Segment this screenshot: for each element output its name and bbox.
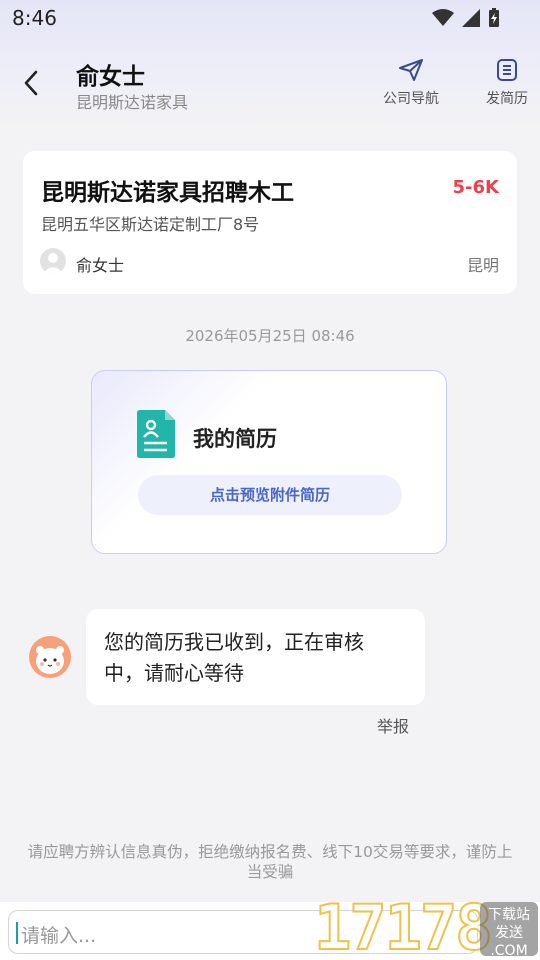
document-icon	[497, 59, 517, 81]
safety-warning: 请应聘方辨认信息真伪，拒绝缴纳报名费、线下10交易等要求，谨防上 当受骗	[0, 842, 540, 882]
job-title: 昆明斯达诺家具招聘木工	[41, 180, 294, 206]
job-city: 昆明	[466, 256, 499, 275]
chat-message-bubble: 您的简历我已收到，正在审核 中，请耐心等待	[86, 609, 425, 705]
send-resume-label: 发简历	[486, 91, 528, 107]
chat-message-line-2: 中，请耐心等待	[104, 661, 244, 685]
company-navigation-button[interactable]: 公司导航	[378, 58, 444, 108]
job-address: 昆明五华区斯达诺定制工厂8号	[41, 215, 260, 234]
resume-card[interactable]: 我的简历 点击预览附件简历	[91, 370, 447, 554]
chevron-left-icon	[24, 70, 38, 96]
resume-title: 我的简历	[193, 427, 277, 451]
contact-name: 俞女士	[76, 64, 145, 90]
status-bar: 8:46	[0, 0, 540, 36]
contact-company: 昆明斯达诺家具	[76, 93, 189, 112]
cartoon-avatar-icon	[36, 646, 64, 674]
watermark-logo: 17178	[313, 891, 494, 960]
send-button-label: 发送	[495, 925, 523, 941]
send-icon	[399, 59, 423, 81]
wifi-icon	[432, 9, 454, 26]
watermark-tag-line-1: 下载站	[488, 907, 530, 923]
send-resume-button[interactable]: 发简历	[480, 58, 534, 108]
send-button[interactable]: 下载站 发送 .COM	[480, 902, 538, 959]
safety-warning-line-2: 当受骗	[246, 863, 294, 881]
company-navigation-label: 公司导航	[383, 91, 439, 107]
status-time: 8:46	[12, 6, 57, 30]
chat-message-line-1: 您的简历我已收到，正在审核	[104, 630, 364, 654]
job-salary: 5-6K	[452, 177, 499, 198]
resume-file-icon	[137, 410, 175, 458]
report-link[interactable]: 举报	[377, 713, 409, 737]
battery-icon	[489, 8, 499, 27]
safety-warning-line-1: 请应聘方辨认信息真伪，拒绝缴纳报名费、线下10交易等要求，谨防上	[27, 843, 513, 861]
back-button[interactable]	[16, 66, 46, 100]
recruiter-name: 俞女士	[76, 256, 125, 275]
job-card[interactable]: 昆明斯达诺家具招聘木工 5-6K 昆明五华区斯达诺定制工厂8号 俞女士 昆明	[23, 151, 517, 294]
text-caret	[16, 922, 18, 944]
signal-icon	[462, 9, 480, 27]
user-icon	[43, 253, 63, 274]
preview-resume-button[interactable]: 点击预览附件简历	[138, 475, 402, 515]
chat-timestamp: 2026年05月25日 08:46	[185, 327, 355, 345]
recruiter-chat-avatar	[29, 636, 71, 678]
status-icons	[432, 8, 500, 28]
message-input-placeholder: 请输入...	[21, 925, 97, 947]
watermark-tag-line-3: .COM	[490, 943, 528, 959]
recruiter-avatar	[40, 248, 66, 274]
